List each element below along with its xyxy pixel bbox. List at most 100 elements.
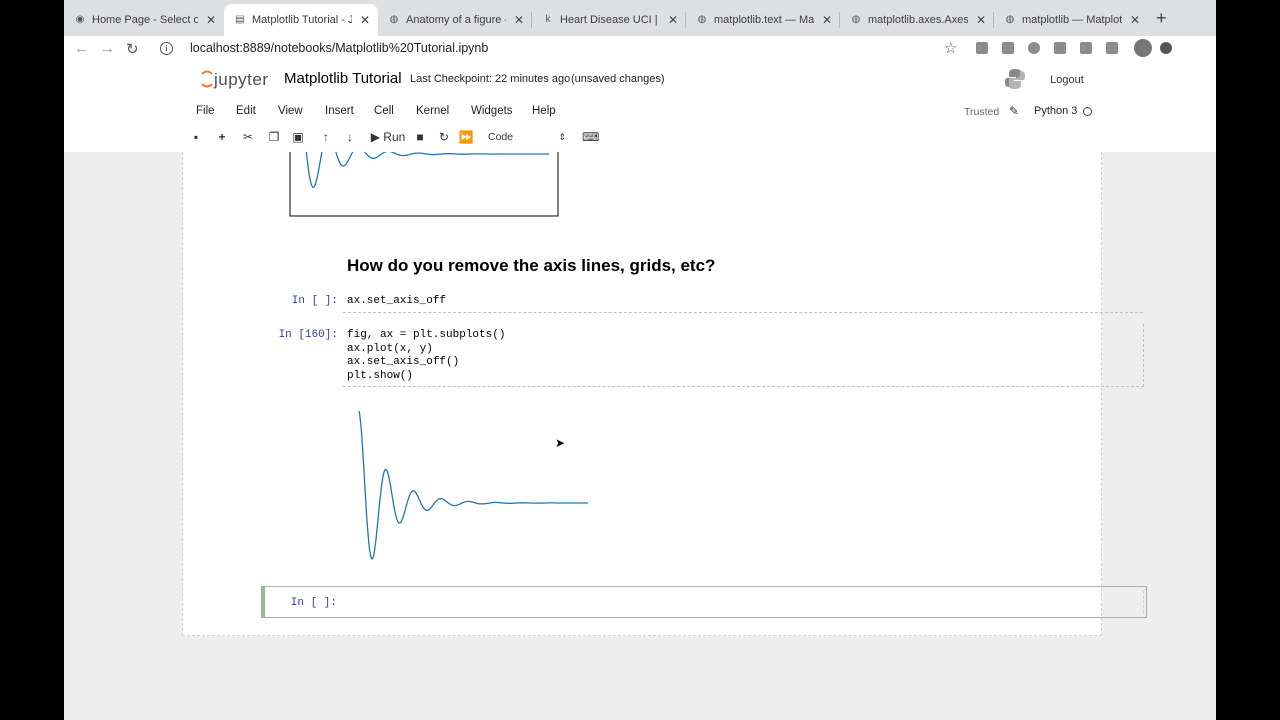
tab-title: matplotlib — Matplot	[1022, 14, 1122, 26]
extension-icon[interactable]	[1054, 42, 1066, 54]
matplotlib-icon: ◍	[697, 14, 707, 25]
run-button[interactable]: ▶ Run	[368, 128, 408, 146]
tab-title: Anatomy of a figure —	[406, 14, 506, 26]
reload-icon[interactable]: ↻	[126, 40, 139, 58]
menu-edit[interactable]: Edit	[236, 105, 256, 117]
save-icon[interactable]: ▪	[188, 128, 204, 146]
jupyter-logo-text: jupyter	[214, 70, 269, 89]
notebook-page: How do you remove the axis lines, grids,…	[182, 152, 1147, 636]
address-toolbar: ← → ↻ i localhost:8889/notebooks/Matplot…	[64, 36, 1216, 64]
menu-help[interactable]: Help	[532, 105, 556, 117]
kaggle-icon: k	[545, 14, 551, 25]
forward-arrow-icon[interactable]: →	[100, 40, 115, 57]
code-line: ax.set_axis_off	[347, 295, 447, 307]
menu-widgets[interactable]: Widgets	[471, 105, 513, 117]
tab-matplotlib[interactable]: ◍ matplotlib — Matplot ✕	[994, 4, 1148, 36]
close-icon[interactable]: ✕	[512, 13, 526, 27]
cut-icon[interactable]: ✂	[240, 128, 256, 146]
new-tab-button[interactable]: +	[1156, 8, 1167, 29]
menu-kernel[interactable]: Kernel	[416, 105, 449, 117]
unsaved-status: (unsaved changes)	[571, 73, 665, 85]
restart-icon[interactable]: ↻	[436, 128, 452, 146]
extension-icon[interactable]	[1002, 42, 1014, 54]
tab-heart-disease[interactable]: k Heart Disease UCI | K ✕	[532, 4, 686, 36]
cell-type-select[interactable]: Code ⇕	[484, 128, 568, 146]
extension-icon[interactable]	[1160, 42, 1172, 54]
mouse-cursor-icon: ➤	[555, 436, 566, 450]
python-logo-icon	[1005, 69, 1025, 89]
active-code-cell[interactable]: In [ ]:	[261, 586, 1147, 618]
tab-strip: ◉ Home Page - Select o ✕ ▤ Matplotlib Tu…	[64, 0, 1216, 36]
cell-prompt: In [160]:	[278, 329, 338, 341]
code-cell[interactable]: fig, ax = plt.subplots() ax.plot(x, y) a…	[343, 324, 1144, 387]
close-icon[interactable]: ✕	[358, 13, 372, 27]
browser-window: ◉ Home Page - Select o ✕ ▤ Matplotlib Tu…	[64, 0, 1216, 720]
stop-icon[interactable]: ■	[412, 128, 428, 146]
plot-axes-frame	[289, 152, 559, 217]
bookmark-star-icon[interactable]: ☆	[944, 39, 957, 57]
extension-icon[interactable]	[1106, 42, 1118, 54]
close-icon[interactable]: ✕	[204, 13, 218, 27]
tab-title: matplotlib.axes.Axes.	[868, 14, 968, 26]
keyboard-icon[interactable]: ⌨	[582, 128, 599, 146]
cell-type-value: Code	[488, 131, 514, 143]
tab-matplotlib-tutorial[interactable]: ▤ Matplotlib Tutorial - J ✕	[224, 4, 378, 36]
move-down-icon[interactable]: ↓	[342, 128, 358, 146]
close-icon[interactable]: ✕	[820, 13, 834, 27]
plot-series-line	[358, 410, 588, 560]
code-line: plt.show()	[347, 369, 414, 382]
menu-file[interactable]: File	[196, 105, 215, 117]
close-icon[interactable]: ✕	[1128, 13, 1142, 27]
tab-matplotlib-text[interactable]: ◍ matplotlib.text — Ma ✕	[686, 4, 840, 36]
avatar[interactable]	[1134, 39, 1152, 57]
paste-icon[interactable]: ▣	[290, 128, 306, 146]
run-icon: ▶	[370, 130, 380, 144]
tab-anatomy-of-a-figure[interactable]: ◍ Anatomy of a figure — ✕	[378, 4, 532, 36]
tab-title: Matplotlib Tutorial - J	[252, 14, 352, 26]
kernel-status-icon	[1083, 107, 1092, 116]
menu-cell[interactable]: Cell	[374, 105, 394, 117]
pencil-icon[interactable]: ✎	[1009, 104, 1019, 118]
restart-run-all-icon[interactable]: ⏩	[458, 128, 474, 146]
jupyter-icon: ◉	[75, 14, 85, 25]
notebook-icon: ▤	[235, 14, 245, 25]
extension-icon[interactable]	[1080, 42, 1092, 54]
trusted-indicator[interactable]: Trusted	[964, 106, 999, 118]
tab-title: Heart Disease UCI | K	[560, 14, 660, 26]
code-cell[interactable]: ax.set_axis_off	[343, 290, 1143, 313]
jupyter-header: jupyter Matplotlib Tutorial Last Checkpo…	[64, 64, 1216, 152]
menu-view[interactable]: View	[278, 105, 303, 117]
jupyter-logo-icon[interactable]	[200, 68, 214, 90]
copy-icon[interactable]: ❐	[266, 128, 282, 146]
add-cell-icon[interactable]: +	[214, 128, 230, 146]
notebook-toolbar: ▪ + ✂ ❐ ▣ ↑ ↓ ▶ Run ■ ↻ ⏩ Code ⇕ ⌨	[64, 128, 1216, 148]
menu-insert[interactable]: Insert	[325, 105, 354, 117]
close-icon[interactable]: ✕	[666, 13, 680, 27]
checkpoint-status: Last Checkpoint: 22 minutes ago	[410, 73, 571, 85]
plot-output	[358, 410, 589, 561]
section-heading: How do you remove the axis lines, grids,…	[347, 256, 716, 275]
matplotlib-icon: ◍	[1005, 14, 1015, 25]
notebook-area: How do you remove the axis lines, grids,…	[64, 152, 1216, 720]
cell-prompt: In [ ]:	[290, 597, 337, 609]
back-arrow-icon[interactable]: ←	[74, 40, 89, 57]
notebook-title[interactable]: Matplotlib Tutorial	[284, 70, 402, 87]
kernel-name[interactable]: Python 3	[1034, 105, 1077, 117]
site-info-icon[interactable]: i	[160, 42, 173, 55]
code-line: fig, ax = plt.subplots()	[347, 329, 506, 341]
select-caret-icon: ⇕	[558, 132, 566, 142]
previous-plot-series-line	[305, 152, 549, 189]
close-icon[interactable]: ✕	[974, 13, 988, 27]
code-line: ax.set_axis_off()	[347, 356, 460, 368]
tab-matplotlib-axes[interactable]: ◍ matplotlib.axes.Axes. ✕	[840, 4, 994, 36]
url-field[interactable]: localhost:8889/notebooks/Matplotlib%20Tu…	[190, 41, 488, 55]
extension-icon[interactable]	[1028, 42, 1040, 54]
move-up-icon[interactable]: ↑	[318, 128, 334, 146]
previous-plot-line	[305, 152, 549, 189]
logout-button[interactable]: Logout	[1042, 68, 1092, 92]
tab-home-page[interactable]: ◉ Home Page - Select o ✕	[64, 4, 224, 36]
cell-prompt: In [ ]:	[291, 295, 338, 307]
code-input[interactable]	[345, 591, 1144, 613]
tab-title: Home Page - Select o	[92, 14, 198, 26]
translate-icon[interactable]	[976, 42, 988, 54]
